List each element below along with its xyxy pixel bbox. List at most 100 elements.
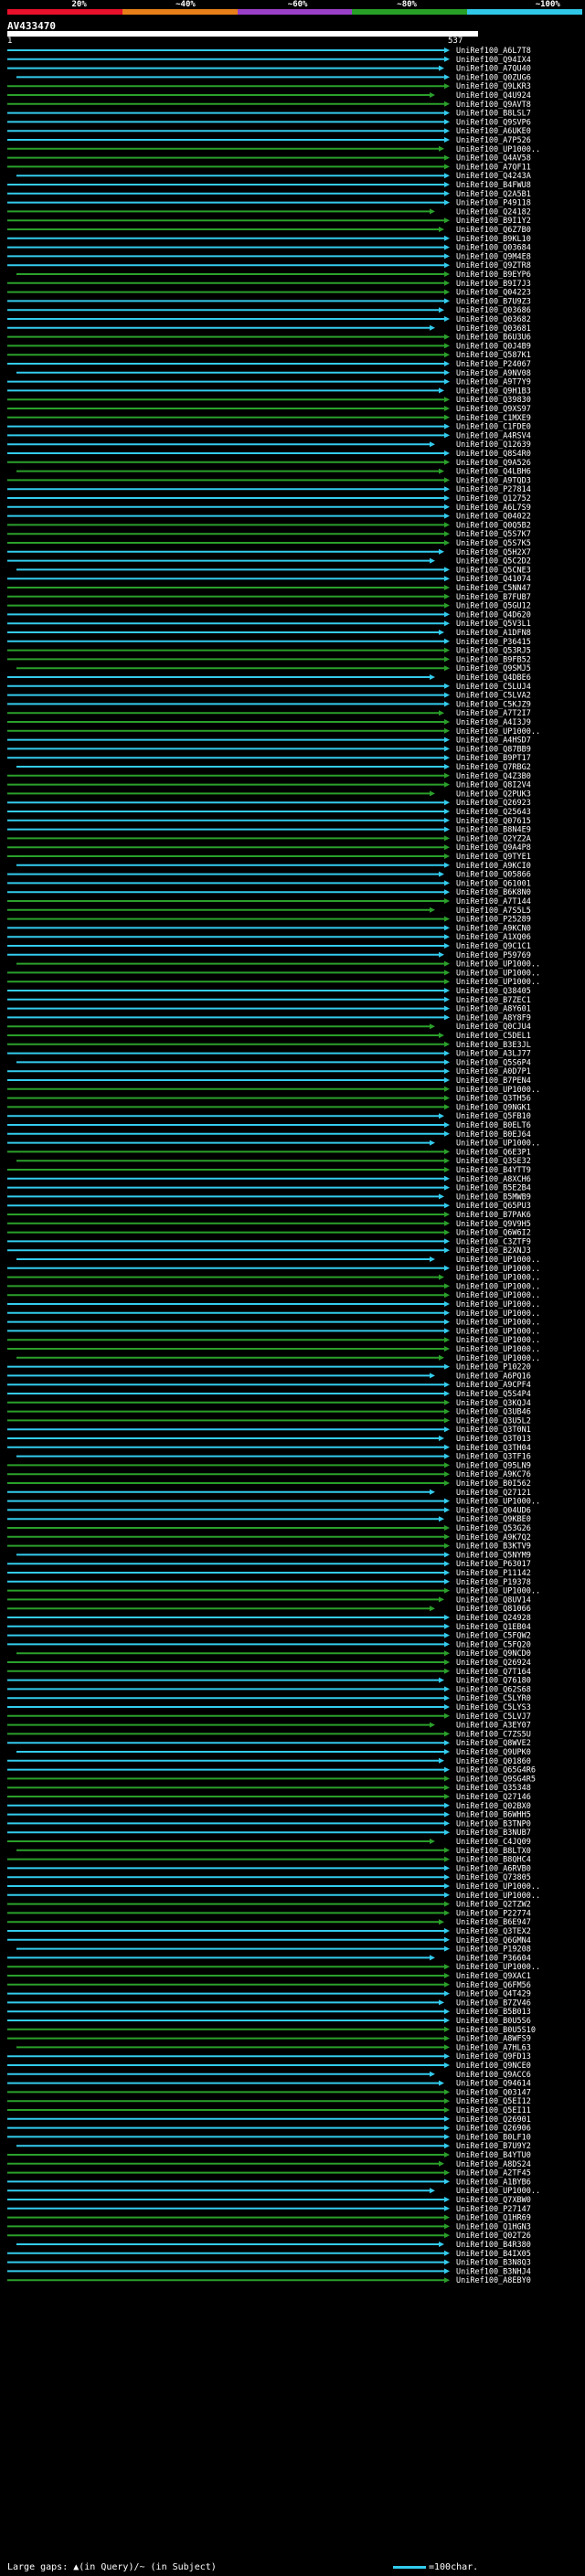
hit-label[interactable]: UniRef100_Q9A4P8 [456,843,531,853]
hit-label[interactable]: UniRef100_Q2TZW2 [456,1901,531,1910]
hit-label[interactable]: UniRef100_UP1000.. [456,1265,540,1274]
hit-label[interactable]: UniRef100_A7QU40 [456,65,531,74]
hit-label[interactable]: UniRef100_Q05866 [456,871,531,880]
hit-label[interactable]: UniRef100_A9KC76 [456,1470,531,1479]
hit-label[interactable]: UniRef100_B9I7J3 [456,280,531,289]
hit-label[interactable]: UniRef100_Q587K1 [456,351,531,360]
hit-label[interactable]: UniRef100_Q5EI12 [456,2097,531,2106]
hit-label[interactable]: UniRef100_Q8I2V4 [456,781,531,790]
hit-label[interactable]: UniRef100_A7QF11 [456,163,531,172]
hit-label[interactable]: UniRef100_A7P526 [456,136,531,145]
hit-label[interactable]: UniRef100_A1DFN8 [456,629,531,638]
hit-label[interactable]: UniRef100_Q3KQJ4 [456,1399,531,1408]
hit-label[interactable]: UniRef100_UP1000.. [456,1291,540,1300]
hit-label[interactable]: UniRef100_P36604 [456,1954,531,1963]
hit-label[interactable]: UniRef100_Q9SG4R5 [456,1775,536,1784]
hit-label[interactable]: UniRef100_Q62S68 [456,1685,531,1694]
hit-label[interactable]: UniRef100_A4HSD7 [456,737,531,746]
hit-label[interactable]: UniRef100_Q12752 [456,494,531,504]
hit-label[interactable]: UniRef100_Q03147 [456,2088,531,2097]
hit-label[interactable]: UniRef100_Q9A526 [456,459,531,468]
hit-label[interactable]: UniRef100_Q02T26 [456,2231,531,2241]
hit-label[interactable]: UniRef100_A6PQ16 [456,1372,531,1381]
hit-label[interactable]: UniRef100_Q39830 [456,396,531,405]
hit-label[interactable]: UniRef100_A7T2I7 [456,709,531,718]
hit-label[interactable]: UniRef100_A9TQD3 [456,476,531,485]
hit-label[interactable]: UniRef100_B9PT17 [456,754,531,763]
hit-label[interactable]: UniRef100_Q0CJU4 [456,1023,531,1032]
hit-label[interactable]: UniRef100_B8LTX0 [456,1847,531,1856]
hit-label[interactable]: UniRef100_Q9NCE0 [456,2062,531,2071]
hit-label[interactable]: UniRef100_Q02BX0 [456,1802,531,1811]
hit-label[interactable]: UniRef100_A6RVB0 [456,1864,531,1873]
hit-label[interactable]: UniRef100_UP1000.. [456,1282,540,1291]
hit-label[interactable]: UniRef100_Q9NCD0 [456,1649,531,1659]
hit-label[interactable]: UniRef100_UP1000.. [456,1140,540,1149]
hit-label[interactable]: UniRef100_B7PAK6 [456,1211,531,1220]
hit-label[interactable]: UniRef100_A9CPF4 [456,1381,531,1390]
hit-label[interactable]: UniRef100_C7ZS5U [456,1730,531,1739]
hit-label[interactable]: UniRef100_C3ZTF9 [456,1237,531,1246]
hit-label[interactable]: UniRef100_A8DS24 [456,2160,531,2169]
hit-label[interactable]: UniRef100_C5LYS3 [456,1703,531,1712]
hit-label[interactable]: UniRef100_B7ZV46 [456,1998,531,2008]
hit-label[interactable]: UniRef100_B0EJ64 [456,1130,531,1140]
hit-label[interactable]: UniRef100_B3NUB7 [456,1829,531,1838]
hit-label[interactable]: UniRef100_P27147 [456,2205,531,2214]
hit-label[interactable]: UniRef100_Q9M4E8 [456,252,531,261]
hit-label[interactable]: UniRef100_Q24182 [456,207,531,217]
hit-label[interactable]: UniRef100_B3KTV9 [456,1542,531,1552]
hit-label[interactable]: UniRef100_C5LYR0 [456,1694,531,1703]
hit-label[interactable]: UniRef100_A8WFS9 [456,2035,531,2044]
hit-label[interactable]: UniRef100_A9KCI0 [456,862,531,871]
hit-label[interactable]: UniRef100_B0U5S6 [456,2017,531,2026]
hit-label[interactable]: UniRef100_Q1EB04 [456,1623,531,1632]
hit-label[interactable]: UniRef100_A1BYB6 [456,2178,531,2187]
hit-label[interactable]: UniRef100_UP1000.. [456,1963,540,1972]
hit-label[interactable]: UniRef100_P25289 [456,916,531,925]
hit-label[interactable]: UniRef100_A8Y8F9 [456,1013,531,1023]
hit-label[interactable]: UniRef100_Q6FM56 [456,1981,531,1990]
hit-label[interactable]: UniRef100_A6UKE0 [456,127,531,136]
hit-label[interactable]: UniRef100_UP1000.. [456,1345,540,1354]
hit-label[interactable]: UniRef100_C1MXE9 [456,414,531,423]
hit-label[interactable]: UniRef100_Q2YZ2A [456,834,531,843]
hit-label[interactable]: UniRef100_Q9FD13 [456,2052,531,2062]
hit-label[interactable]: UniRef100_P59769 [456,951,531,960]
hit-label[interactable]: UniRef100_Q9C1C1 [456,942,531,951]
hit-label[interactable]: UniRef100_B6E947 [456,1918,531,1927]
hit-label[interactable]: UniRef100_Q3TF16 [456,1453,531,1462]
hit-label[interactable]: UniRef100_Q5EI11 [456,2106,531,2115]
hit-label[interactable]: UniRef100_Q07615 [456,817,531,826]
hit-label[interactable]: UniRef100_UP1000.. [456,1256,540,1265]
hit-label[interactable]: UniRef100_B6WHH5 [456,1811,531,1820]
hit-label[interactable]: UniRef100_Q2A5B1 [456,190,531,199]
hit-label[interactable]: UniRef100_B8N4E9 [456,826,531,835]
hit-label[interactable]: UniRef100_B7U9Y2 [456,2142,531,2151]
hit-label[interactable]: UniRef100_B6K8N0 [456,888,531,897]
hit-label[interactable]: UniRef100_Q5H2X7 [456,548,531,557]
hit-label[interactable]: UniRef100_B6U3U6 [456,334,531,343]
hit-label[interactable]: UniRef100_Q03686 [456,306,531,315]
hit-label[interactable]: UniRef100_Q9LKR3 [456,82,531,91]
hit-label[interactable]: UniRef100_C5LVA2 [456,692,531,701]
hit-label[interactable]: UniRef100_Q27146 [456,1793,531,1802]
hit-label[interactable]: UniRef100_Q9AVT8 [456,101,531,110]
hit-label[interactable]: UniRef100_Q41074 [456,575,531,584]
hit-label[interactable]: UniRef100_Q5S4P4 [456,1390,531,1399]
hit-label[interactable]: UniRef100_Q8UV14 [456,1595,531,1605]
hit-label[interactable]: UniRef100_UP1000.. [456,1498,540,1507]
hit-label[interactable]: UniRef100_Q9UPK0 [456,1748,531,1757]
hit-label[interactable]: UniRef100_Q53RJ5 [456,647,531,656]
hit-label[interactable]: UniRef100_UP1000.. [456,1319,540,1328]
hit-label[interactable]: UniRef100_P10220 [456,1363,531,1373]
hit-label[interactable]: UniRef100_UP1000.. [456,1086,540,1095]
hit-label[interactable]: UniRef100_UP1000.. [456,1300,540,1309]
hit-label[interactable]: UniRef100_C5DEL1 [456,1032,531,1041]
hit-label[interactable]: UniRef100_Q53G26 [456,1524,531,1533]
hit-label[interactable]: UniRef100_C5FQW2 [456,1632,531,1641]
hit-label[interactable]: UniRef100_B7U9Z3 [456,297,531,306]
hit-label[interactable]: UniRef100_B0ELT6 [456,1121,531,1130]
hit-label[interactable]: UniRef100_Q3SE32 [456,1157,531,1166]
hit-label[interactable]: UniRef100_C5KJZ9 [456,700,531,709]
